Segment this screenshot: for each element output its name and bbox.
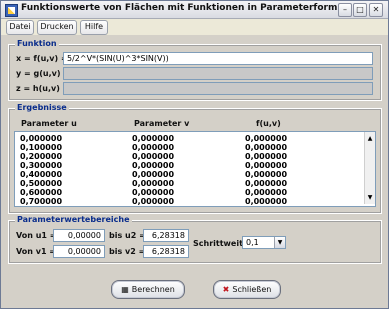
cell-v: 0,000000	[132, 170, 175, 179]
cell-v: 0,000000	[132, 161, 175, 170]
schrittweite-value: 0,1	[246, 238, 259, 247]
table-row: 0,200000 0,000000 0,000000	[15, 152, 360, 161]
ergebnisse-legend: Ergebnisse	[15, 103, 69, 112]
schliessen-button[interactable]: ✖ Schließen	[213, 280, 281, 299]
menu-drucken[interactable]: Drucken	[37, 20, 77, 35]
close-x-icon: ✖	[222, 285, 230, 294]
cell-v: 0,000000	[132, 197, 175, 206]
v1-input[interactable]: 0,00000	[53, 245, 105, 258]
menu-hilfe[interactable]: Hilfe	[80, 20, 108, 35]
parameter-legend: Parameterwertebereiche	[15, 215, 132, 224]
menu-datei[interactable]: Datei	[6, 20, 34, 35]
cell-v: 0,000000	[132, 134, 175, 143]
window-title: Funktionswerte von Flächen mit Funktione…	[21, 3, 338, 13]
u2-input[interactable]: 6,28318	[143, 229, 189, 242]
cell-f: 0,000000	[245, 143, 288, 152]
maximize-button[interactable]: □	[353, 3, 367, 17]
cell-u: 0,300000	[20, 161, 63, 170]
table-row: 0,100000 0,000000 0,000000	[15, 143, 360, 152]
cell-u: 0,100000	[20, 143, 63, 152]
results-list[interactable]: 0,000000 0,000000 0,000000 0,100000 0,00…	[14, 131, 376, 207]
u2-label: bis u2 =	[109, 231, 146, 240]
chevron-down-icon[interactable]: ▼	[274, 237, 285, 248]
x-function-input[interactable]: 5/2^V*(SIN(U)^3*SIN(V))	[63, 52, 373, 65]
berechnen-button[interactable]: ▦ Berechnen	[111, 280, 185, 299]
table-row: 0,300000 0,000000 0,000000	[15, 161, 360, 170]
v1-label: Von v1 =	[16, 247, 56, 256]
cell-u: 0,400000	[20, 170, 63, 179]
table-row: 0,000000 0,000000 0,000000	[15, 134, 360, 143]
header-parameter-v: Parameter v	[134, 119, 190, 128]
cell-u: 0,600000	[20, 188, 63, 197]
table-row: 0,400000 0,000000 0,000000	[15, 170, 360, 179]
cell-f: 0,000000	[245, 170, 288, 179]
schrittweite-select[interactable]: 0,1 ▼	[242, 236, 286, 249]
results-scrollbar[interactable]: ▲ ▼	[364, 132, 375, 204]
schliessen-label: Schließen	[232, 285, 272, 294]
cell-f: 0,000000	[245, 161, 288, 170]
v2-input[interactable]: 6,28318	[143, 245, 189, 258]
cell-u: 0,700000	[20, 197, 63, 206]
menu-bar: Datei Drucken Hilfe	[1, 19, 388, 35]
v2-label: bis v2 =	[109, 247, 146, 256]
berechnen-label: Berechnen	[131, 285, 175, 294]
cell-f: 0,000000	[245, 179, 288, 188]
z-function-label: z = h(u,v) =	[16, 84, 70, 93]
cell-u: 0,500000	[20, 179, 63, 188]
main-window: Funktionswerte von Flächen mit Funktione…	[0, 0, 389, 309]
cell-u: 0,200000	[20, 152, 63, 161]
y-function-label: y = g(u,v) =	[16, 69, 70, 78]
funktion-legend: Funktion	[15, 39, 59, 48]
close-window-button[interactable]: ✕	[369, 3, 383, 17]
header-fuv: f(u,v)	[256, 119, 281, 128]
table-row: 0,600000 0,000000 0,000000	[15, 188, 360, 197]
y-function-input[interactable]	[63, 67, 373, 80]
cell-u: 0,000000	[20, 134, 63, 143]
cell-v: 0,000000	[132, 152, 175, 161]
z-function-input[interactable]	[63, 82, 373, 95]
app-icon	[5, 4, 18, 17]
cell-v: 0,000000	[132, 179, 175, 188]
cell-f: 0,000000	[245, 188, 288, 197]
scroll-up-icon[interactable]: ▲	[366, 135, 374, 143]
minimize-button[interactable]: –	[338, 3, 352, 17]
header-parameter-u: Parameter u	[21, 119, 77, 128]
cell-f: 0,000000	[245, 134, 288, 143]
cell-v: 0,000000	[132, 188, 175, 197]
cell-v: 0,000000	[132, 143, 175, 152]
table-row: 0,500000 0,000000 0,000000	[15, 179, 360, 188]
cell-f: 0,000000	[245, 197, 288, 206]
table-row: 0,700000 0,000000 0,000000	[15, 197, 360, 206]
u1-input[interactable]: 0,00000	[53, 229, 105, 242]
title-bar: Funktionswerte von Flächen mit Funktione…	[1, 1, 388, 19]
x-function-label: x = f(u,v) =	[16, 54, 68, 63]
calculator-icon: ▦	[121, 285, 129, 294]
cell-f: 0,000000	[245, 152, 288, 161]
u1-label: Von u1 =	[16, 231, 57, 240]
scroll-down-icon[interactable]: ▼	[366, 194, 374, 202]
